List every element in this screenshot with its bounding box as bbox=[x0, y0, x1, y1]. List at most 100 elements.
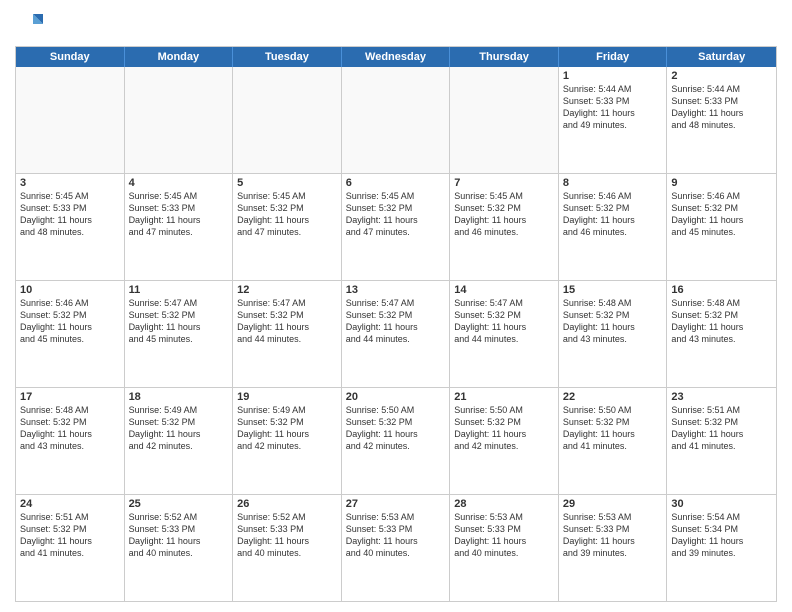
day-info: Sunrise: 5:44 AM Sunset: 5:33 PM Dayligh… bbox=[671, 83, 772, 132]
day-number: 9 bbox=[671, 177, 772, 189]
day-info: Sunrise: 5:49 AM Sunset: 5:32 PM Dayligh… bbox=[237, 404, 337, 453]
week-row-2: 3Sunrise: 5:45 AM Sunset: 5:33 PM Daylig… bbox=[16, 173, 776, 280]
day-info: Sunrise: 5:52 AM Sunset: 5:33 PM Dayligh… bbox=[129, 511, 229, 560]
day-cell-10: 10Sunrise: 5:46 AM Sunset: 5:32 PM Dayli… bbox=[16, 281, 125, 387]
week-row-1: 1Sunrise: 5:44 AM Sunset: 5:33 PM Daylig… bbox=[16, 67, 776, 173]
day-info: Sunrise: 5:53 AM Sunset: 5:33 PM Dayligh… bbox=[454, 511, 554, 560]
day-info: Sunrise: 5:45 AM Sunset: 5:32 PM Dayligh… bbox=[346, 190, 446, 239]
day-number: 10 bbox=[20, 284, 120, 296]
page: SundayMondayTuesdayWednesdayThursdayFrid… bbox=[0, 0, 792, 612]
day-cell-15: 15Sunrise: 5:48 AM Sunset: 5:32 PM Dayli… bbox=[559, 281, 668, 387]
day-number: 23 bbox=[671, 391, 772, 403]
day-info: Sunrise: 5:48 AM Sunset: 5:32 PM Dayligh… bbox=[671, 297, 772, 346]
day-info: Sunrise: 5:52 AM Sunset: 5:33 PM Dayligh… bbox=[237, 511, 337, 560]
calendar-body: 1Sunrise: 5:44 AM Sunset: 5:33 PM Daylig… bbox=[16, 67, 776, 601]
header-day-saturday: Saturday bbox=[667, 47, 776, 67]
day-cell-21: 21Sunrise: 5:50 AM Sunset: 5:32 PM Dayli… bbox=[450, 388, 559, 494]
day-cell-1: 1Sunrise: 5:44 AM Sunset: 5:33 PM Daylig… bbox=[559, 67, 668, 173]
day-number: 28 bbox=[454, 498, 554, 510]
day-cell-13: 13Sunrise: 5:47 AM Sunset: 5:32 PM Dayli… bbox=[342, 281, 451, 387]
header bbox=[15, 10, 777, 40]
day-info: Sunrise: 5:48 AM Sunset: 5:32 PM Dayligh… bbox=[563, 297, 663, 346]
day-info: Sunrise: 5:53 AM Sunset: 5:33 PM Dayligh… bbox=[563, 511, 663, 560]
logo bbox=[15, 10, 49, 40]
day-number: 29 bbox=[563, 498, 663, 510]
empty-cell bbox=[233, 67, 342, 173]
day-cell-28: 28Sunrise: 5:53 AM Sunset: 5:33 PM Dayli… bbox=[450, 495, 559, 601]
day-number: 8 bbox=[563, 177, 663, 189]
day-number: 17 bbox=[20, 391, 120, 403]
day-info: Sunrise: 5:44 AM Sunset: 5:33 PM Dayligh… bbox=[563, 83, 663, 132]
day-cell-16: 16Sunrise: 5:48 AM Sunset: 5:32 PM Dayli… bbox=[667, 281, 776, 387]
day-number: 5 bbox=[237, 177, 337, 189]
day-cell-27: 27Sunrise: 5:53 AM Sunset: 5:33 PM Dayli… bbox=[342, 495, 451, 601]
day-info: Sunrise: 5:45 AM Sunset: 5:33 PM Dayligh… bbox=[20, 190, 120, 239]
day-number: 25 bbox=[129, 498, 229, 510]
day-number: 13 bbox=[346, 284, 446, 296]
day-number: 30 bbox=[671, 498, 772, 510]
day-info: Sunrise: 5:53 AM Sunset: 5:33 PM Dayligh… bbox=[346, 511, 446, 560]
day-info: Sunrise: 5:50 AM Sunset: 5:32 PM Dayligh… bbox=[454, 404, 554, 453]
day-cell-25: 25Sunrise: 5:52 AM Sunset: 5:33 PM Dayli… bbox=[125, 495, 234, 601]
day-number: 1 bbox=[563, 70, 663, 82]
day-number: 21 bbox=[454, 391, 554, 403]
day-number: 11 bbox=[129, 284, 229, 296]
header-day-wednesday: Wednesday bbox=[342, 47, 451, 67]
day-number: 19 bbox=[237, 391, 337, 403]
day-info: Sunrise: 5:45 AM Sunset: 5:33 PM Dayligh… bbox=[129, 190, 229, 239]
day-cell-17: 17Sunrise: 5:48 AM Sunset: 5:32 PM Dayli… bbox=[16, 388, 125, 494]
day-number: 22 bbox=[563, 391, 663, 403]
day-number: 7 bbox=[454, 177, 554, 189]
day-number: 24 bbox=[20, 498, 120, 510]
day-info: Sunrise: 5:46 AM Sunset: 5:32 PM Dayligh… bbox=[563, 190, 663, 239]
week-row-4: 17Sunrise: 5:48 AM Sunset: 5:32 PM Dayli… bbox=[16, 387, 776, 494]
day-number: 12 bbox=[237, 284, 337, 296]
day-cell-23: 23Sunrise: 5:51 AM Sunset: 5:32 PM Dayli… bbox=[667, 388, 776, 494]
day-info: Sunrise: 5:47 AM Sunset: 5:32 PM Dayligh… bbox=[129, 297, 229, 346]
header-day-sunday: Sunday bbox=[16, 47, 125, 67]
day-number: 6 bbox=[346, 177, 446, 189]
day-cell-6: 6Sunrise: 5:45 AM Sunset: 5:32 PM Daylig… bbox=[342, 174, 451, 280]
day-cell-8: 8Sunrise: 5:46 AM Sunset: 5:32 PM Daylig… bbox=[559, 174, 668, 280]
day-info: Sunrise: 5:50 AM Sunset: 5:32 PM Dayligh… bbox=[563, 404, 663, 453]
empty-cell bbox=[342, 67, 451, 173]
day-info: Sunrise: 5:45 AM Sunset: 5:32 PM Dayligh… bbox=[237, 190, 337, 239]
calendar: SundayMondayTuesdayWednesdayThursdayFrid… bbox=[15, 46, 777, 602]
day-number: 20 bbox=[346, 391, 446, 403]
day-cell-14: 14Sunrise: 5:47 AM Sunset: 5:32 PM Dayli… bbox=[450, 281, 559, 387]
header-day-thursday: Thursday bbox=[450, 47, 559, 67]
day-number: 15 bbox=[563, 284, 663, 296]
day-cell-9: 9Sunrise: 5:46 AM Sunset: 5:32 PM Daylig… bbox=[667, 174, 776, 280]
day-cell-12: 12Sunrise: 5:47 AM Sunset: 5:32 PM Dayli… bbox=[233, 281, 342, 387]
empty-cell bbox=[16, 67, 125, 173]
day-cell-18: 18Sunrise: 5:49 AM Sunset: 5:32 PM Dayli… bbox=[125, 388, 234, 494]
day-info: Sunrise: 5:48 AM Sunset: 5:32 PM Dayligh… bbox=[20, 404, 120, 453]
day-info: Sunrise: 5:47 AM Sunset: 5:32 PM Dayligh… bbox=[454, 297, 554, 346]
day-number: 4 bbox=[129, 177, 229, 189]
day-cell-4: 4Sunrise: 5:45 AM Sunset: 5:33 PM Daylig… bbox=[125, 174, 234, 280]
day-number: 18 bbox=[129, 391, 229, 403]
day-cell-7: 7Sunrise: 5:45 AM Sunset: 5:32 PM Daylig… bbox=[450, 174, 559, 280]
empty-cell bbox=[125, 67, 234, 173]
day-info: Sunrise: 5:46 AM Sunset: 5:32 PM Dayligh… bbox=[20, 297, 120, 346]
day-info: Sunrise: 5:47 AM Sunset: 5:32 PM Dayligh… bbox=[346, 297, 446, 346]
day-number: 27 bbox=[346, 498, 446, 510]
day-number: 3 bbox=[20, 177, 120, 189]
day-info: Sunrise: 5:51 AM Sunset: 5:32 PM Dayligh… bbox=[671, 404, 772, 453]
day-info: Sunrise: 5:47 AM Sunset: 5:32 PM Dayligh… bbox=[237, 297, 337, 346]
day-number: 26 bbox=[237, 498, 337, 510]
day-cell-30: 30Sunrise: 5:54 AM Sunset: 5:34 PM Dayli… bbox=[667, 495, 776, 601]
calendar-header: SundayMondayTuesdayWednesdayThursdayFrid… bbox=[16, 47, 776, 67]
day-number: 2 bbox=[671, 70, 772, 82]
day-cell-11: 11Sunrise: 5:47 AM Sunset: 5:32 PM Dayli… bbox=[125, 281, 234, 387]
header-day-monday: Monday bbox=[125, 47, 234, 67]
day-info: Sunrise: 5:45 AM Sunset: 5:32 PM Dayligh… bbox=[454, 190, 554, 239]
day-cell-24: 24Sunrise: 5:51 AM Sunset: 5:32 PM Dayli… bbox=[16, 495, 125, 601]
empty-cell bbox=[450, 67, 559, 173]
header-day-friday: Friday bbox=[559, 47, 668, 67]
day-number: 16 bbox=[671, 284, 772, 296]
day-cell-2: 2Sunrise: 5:44 AM Sunset: 5:33 PM Daylig… bbox=[667, 67, 776, 173]
day-cell-3: 3Sunrise: 5:45 AM Sunset: 5:33 PM Daylig… bbox=[16, 174, 125, 280]
header-day-tuesday: Tuesday bbox=[233, 47, 342, 67]
day-info: Sunrise: 5:50 AM Sunset: 5:32 PM Dayligh… bbox=[346, 404, 446, 453]
